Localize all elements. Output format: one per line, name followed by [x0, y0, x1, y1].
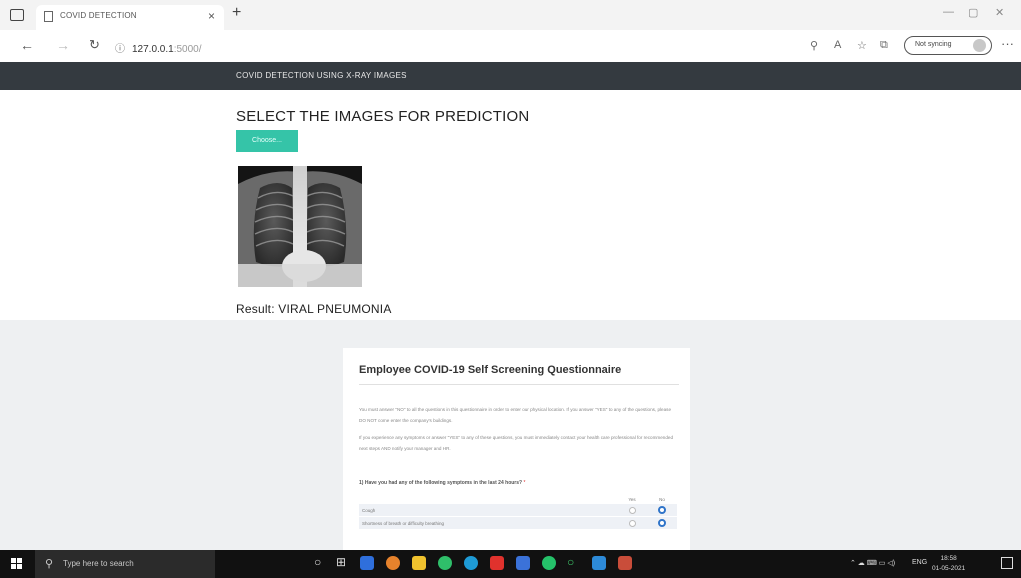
- read-aloud-icon[interactable]: A: [834, 39, 841, 51]
- page-icon: [44, 11, 53, 22]
- app-icon-active[interactable]: [618, 556, 632, 570]
- file-explorer-icon[interactable]: [412, 556, 426, 570]
- app-icon-media[interactable]: [490, 556, 504, 570]
- site-navbar: COVID DETECTION USING X-RAY IMAGES: [0, 62, 1021, 90]
- os-taskbar: ⚲ Type here to search ○ ⊞ ○ ⌃ ☁ ⌨ ▭ ◁) E…: [0, 550, 1021, 578]
- system-clock[interactable]: 18:58 01-05-2021: [932, 554, 965, 574]
- search-placeholder: Type here to search: [63, 559, 134, 568]
- no-column-header: No: [659, 496, 665, 502]
- navbar-brand[interactable]: COVID DETECTION USING X-RAY IMAGES: [236, 71, 407, 80]
- table-row: Cough: [359, 504, 677, 517]
- yes-radio[interactable]: [628, 519, 636, 527]
- app-icon-firefox[interactable]: [386, 556, 400, 570]
- url-field[interactable]: ⓘ 127.0.0.1:5000/: [115, 40, 202, 55]
- chest-xray-image: [238, 166, 362, 287]
- notification-icon[interactable]: [1001, 557, 1013, 569]
- questionnaire-intro-1: You must answer "NO" to all the question…: [359, 407, 672, 423]
- minimize-icon[interactable]: —: [943, 6, 954, 18]
- clock-time: 18:58: [940, 555, 957, 562]
- vscode-icon[interactable]: [592, 556, 606, 570]
- no-radio-selected[interactable]: [658, 519, 666, 527]
- avatar: [973, 39, 986, 52]
- app-icon-circle[interactable]: ○: [567, 555, 574, 569]
- profile-sync-button[interactable]: Not syncing: [904, 36, 992, 55]
- url-host: 127.0.0.1: [132, 44, 174, 55]
- url-port: :5000/: [173, 44, 202, 55]
- windows-start-icon[interactable]: [11, 558, 23, 570]
- new-tab-button[interactable]: +: [232, 4, 241, 22]
- favorite-star-icon[interactable]: ☆: [857, 39, 867, 52]
- address-toolbar: ← → ↻ ⓘ 127.0.0.1:5000/ ⚲ A ☆ ⧉ Not synci…: [0, 30, 1021, 62]
- info-icon[interactable]: ⓘ: [115, 44, 125, 55]
- required-marker: *: [523, 480, 526, 486]
- forward-arrow-icon[interactable]: →: [56, 37, 70, 53]
- collections-icon[interactable]: ⧉: [880, 39, 888, 52]
- close-tab-icon[interactable]: ×: [208, 9, 215, 23]
- no-radio-selected[interactable]: [658, 506, 666, 514]
- yes-column-header: Yes: [628, 496, 636, 502]
- xray-image-preview: [238, 166, 362, 287]
- choose-file-button[interactable]: Choose...: [236, 130, 298, 152]
- tab-title: COVID DETECTION: [60, 11, 137, 20]
- table-row: Shortness of breath or difficulty breath…: [359, 516, 677, 529]
- clock-date: 01-05-2021: [932, 565, 966, 572]
- question-1-text: 1) Have you had any of the following sym…: [359, 480, 523, 486]
- cortana-icon[interactable]: ○: [314, 555, 321, 569]
- maximize-icon[interactable]: ▢: [968, 6, 978, 19]
- symptom-label: Cough: [362, 507, 376, 513]
- more-options-icon[interactable]: ···: [1001, 36, 1014, 51]
- sync-label: Not syncing: [915, 41, 952, 48]
- whatsapp-icon[interactable]: [542, 556, 556, 570]
- symptom-column-header: [359, 494, 617, 504]
- back-arrow-icon[interactable]: ←: [20, 37, 34, 53]
- close-window-icon[interactable]: ✕: [995, 6, 1004, 19]
- taskbar-search-input[interactable]: ⚲ Type here to search: [35, 550, 215, 578]
- app-icon-chrome[interactable]: [438, 556, 452, 570]
- symptom-label: Shortness of breath or difficulty breath…: [359, 516, 617, 529]
- zoom-icon[interactable]: ⚲: [810, 39, 818, 52]
- page-title: SELECT THE IMAGES FOR PREDICTION: [236, 108, 530, 125]
- edge-icon[interactable]: [464, 556, 478, 570]
- prediction-result: Result: VIRAL PNEUMONIA: [236, 302, 392, 316]
- search-icon: ⚲: [45, 558, 54, 570]
- app-icon-store[interactable]: [516, 556, 530, 570]
- symptom-table: Yes No Cough Shortness of breath or diff…: [359, 494, 677, 529]
- refresh-icon[interactable]: ↻: [89, 37, 100, 53]
- language-indicator[interactable]: ENG: [912, 559, 927, 566]
- task-view-icon[interactable]: ⊞: [336, 555, 346, 569]
- tab-actions-icon[interactable]: [10, 9, 24, 21]
- browser-tab-bar: COVID DETECTION × + — ▢ ✕: [0, 0, 1021, 30]
- yes-radio[interactable]: [628, 506, 636, 514]
- questionnaire-card: Employee COVID-19 Self Screening Questio…: [343, 348, 690, 550]
- questionnaire-intro-2: If you experience any symptoms or answer…: [359, 435, 674, 451]
- browser-tab-active[interactable]: COVID DETECTION ×: [36, 5, 224, 30]
- app-icon-word[interactable]: [360, 556, 374, 570]
- tray-icons[interactable]: ⌃ ☁ ⌨ ▭ ◁): [850, 559, 895, 567]
- question-1-label: 1) Have you had any of the following sym…: [359, 480, 525, 486]
- divider: [359, 384, 679, 385]
- questionnaire-title: Employee COVID-19 Self Screening Questio…: [359, 364, 622, 376]
